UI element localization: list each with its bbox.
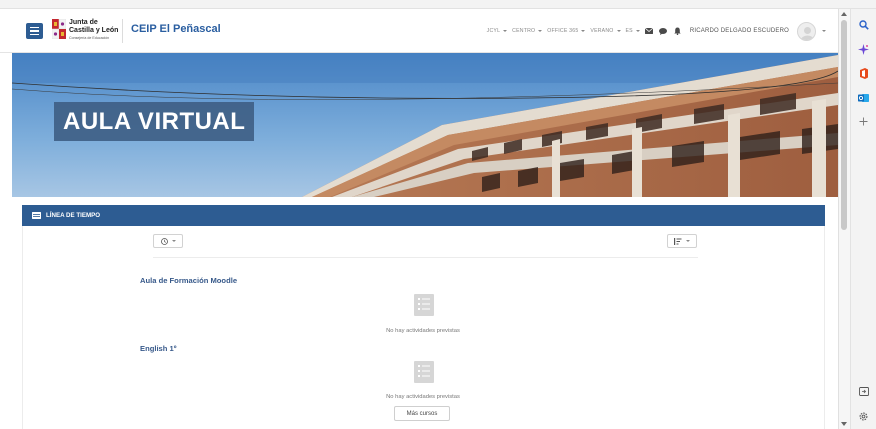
sparkle-icon[interactable] [856, 42, 871, 57]
chevron-down-icon [538, 30, 543, 32]
chevron-down-icon [503, 30, 508, 32]
clock-icon [160, 237, 168, 245]
document-list-icon [414, 361, 434, 383]
outlook-icon[interactable] [856, 90, 871, 105]
chevron-down-icon [686, 240, 690, 242]
hero-banner: AULA VIRTUAL [12, 53, 838, 197]
avatar[interactable] [797, 21, 816, 41]
nav-right-menu: JCYL CENTRO OFFICE 365 VERANO ES RICARDO… [487, 9, 826, 53]
logo-text-line-2: Castilla y León [69, 27, 119, 34]
timeline-body: Aula de Formación Moodle No hay activida… [22, 226, 825, 429]
document-list-icon [414, 294, 434, 316]
nav-link-label: JCYL [486, 28, 501, 34]
nav-link-label: OFFICE 365 [547, 28, 579, 34]
sort-icon [674, 237, 682, 245]
settings-gear-icon[interactable] [856, 409, 871, 424]
empty-timeline-message: No hay actividades previstas [386, 394, 460, 400]
nav-divider [122, 19, 123, 43]
plus-icon[interactable] [856, 114, 871, 129]
site-name-link[interactable]: CEIP El Peñascal [131, 23, 221, 35]
junta-logo[interactable]: Junta de Castilla y León Consejería de E… [52, 18, 120, 44]
logo-text-line-1: Junta de [69, 19, 98, 26]
browser-top-strip [0, 0, 876, 9]
controls-divider [153, 257, 698, 258]
user-menu-chevron-icon[interactable] [822, 30, 826, 32]
nav-link-verano[interactable]: VERANO [590, 28, 621, 34]
timeline-filter-button[interactable] [153, 234, 183, 248]
course-link[interactable]: English 1º [140, 344, 177, 353]
nav-link-label: CENTRO [512, 28, 536, 34]
banner-title: AULA VIRTUAL [54, 102, 255, 141]
nav-link-label: VERANO [590, 28, 614, 34]
scrollbar-thumb[interactable] [841, 20, 847, 230]
user-name[interactable]: RICARDO DELGADO ESCUDERO [690, 28, 789, 34]
logo-text-line-3: Consejería de Educación [69, 36, 110, 40]
browser-side-panel [850, 9, 876, 429]
more-courses-button[interactable]: Más cursos [394, 406, 450, 421]
chat-bubble-icon[interactable] [659, 27, 668, 36]
top-navbar: Junta de Castilla y León Consejería de E… [0, 9, 838, 53]
office-icon[interactable] [856, 66, 871, 81]
empty-timeline-message: No hay actividades previstas [386, 328, 460, 334]
scroll-up-arrow-icon[interactable] [841, 12, 847, 16]
hamburger-icon[interactable] [26, 23, 43, 39]
chevron-down-icon [171, 240, 176, 242]
nav-link-centro[interactable]: CENTRO [512, 28, 543, 34]
chevron-down-icon [635, 30, 640, 32]
language-menu[interactable]: ES [626, 28, 640, 34]
vertical-scrollbar[interactable] [838, 9, 850, 429]
crest-icon [52, 19, 66, 39]
language-label: ES [625, 28, 633, 34]
sidebar-panel-icon[interactable] [856, 384, 871, 399]
bell-icon[interactable] [673, 27, 682, 36]
search-icon[interactable] [856, 17, 871, 32]
page-viewport: Junta de Castilla y León Consejería de E… [0, 9, 838, 429]
scroll-down-arrow-icon[interactable] [841, 422, 847, 426]
timeline-header: LÍNEA DE TIEMPO [22, 205, 825, 226]
course-link[interactable]: Aula de Formación Moodle [140, 276, 237, 285]
chevron-down-icon [581, 30, 586, 32]
nav-link-office365[interactable]: OFFICE 365 [547, 28, 586, 34]
calendar-list-icon [32, 212, 41, 219]
chevron-down-icon [616, 30, 621, 32]
timeline-sort-button[interactable] [667, 234, 697, 248]
nav-link-jcyl[interactable]: JCYL [487, 28, 508, 34]
timeline-title: LÍNEA DE TIEMPO [46, 212, 101, 219]
envelope-icon[interactable] [645, 27, 654, 36]
